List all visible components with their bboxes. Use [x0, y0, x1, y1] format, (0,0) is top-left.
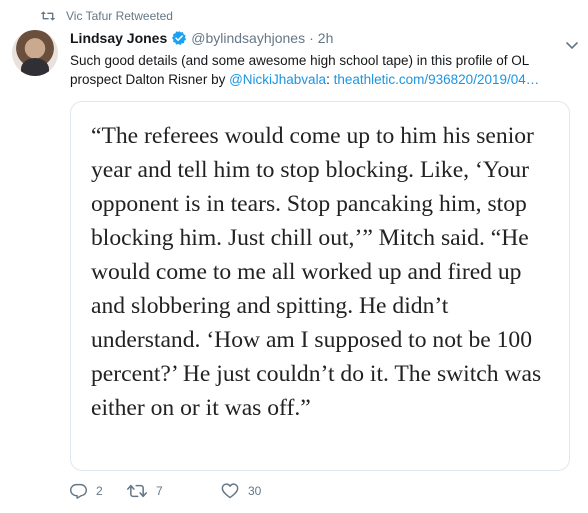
quote-image[interactable]: “The referees would come up to him his s… [70, 101, 570, 471]
reply-button[interactable]: 2 [70, 483, 127, 499]
tweet-header: Lindsay Jones @bylindsayhjones · 2h [70, 30, 333, 46]
quote-image-text: “The referees would come up to him his s… [91, 123, 542, 421]
tweet-text-separator: : [326, 72, 334, 87]
reply-icon [70, 483, 87, 499]
tweet-timestamp[interactable]: 2h [318, 30, 334, 46]
retweet-count: 7 [156, 484, 163, 498]
verified-badge-icon [171, 30, 187, 46]
heart-icon [221, 483, 239, 499]
url-link[interactable]: theathletic.com/936820/2019/04… [334, 72, 540, 87]
author-handle[interactable]: @bylindsayhjones [191, 30, 305, 46]
author-display-name[interactable]: Lindsay Jones [70, 30, 167, 46]
retweet-context: Vic Tafur Retweeted [40, 9, 173, 23]
retweet-context-text: Vic Tafur Retweeted [66, 9, 173, 23]
retweet-action-icon [127, 484, 147, 498]
mention-link[interactable]: @NickiJhabvala [229, 72, 326, 87]
retweet-button[interactable]: 7 [127, 483, 221, 499]
avatar[interactable] [12, 30, 58, 76]
retweet-icon [40, 11, 56, 21]
reply-count: 2 [96, 484, 103, 498]
tweet[interactable]: Vic Tafur Retweeted Lindsay Jones @bylin… [0, 0, 588, 513]
tweet-actions: 2 7 30 [70, 483, 301, 499]
header-separator: · [309, 30, 314, 46]
like-count: 30 [248, 484, 262, 498]
like-button[interactable]: 30 [221, 483, 301, 499]
tweet-text: Such good details (and some awesome high… [70, 51, 570, 89]
